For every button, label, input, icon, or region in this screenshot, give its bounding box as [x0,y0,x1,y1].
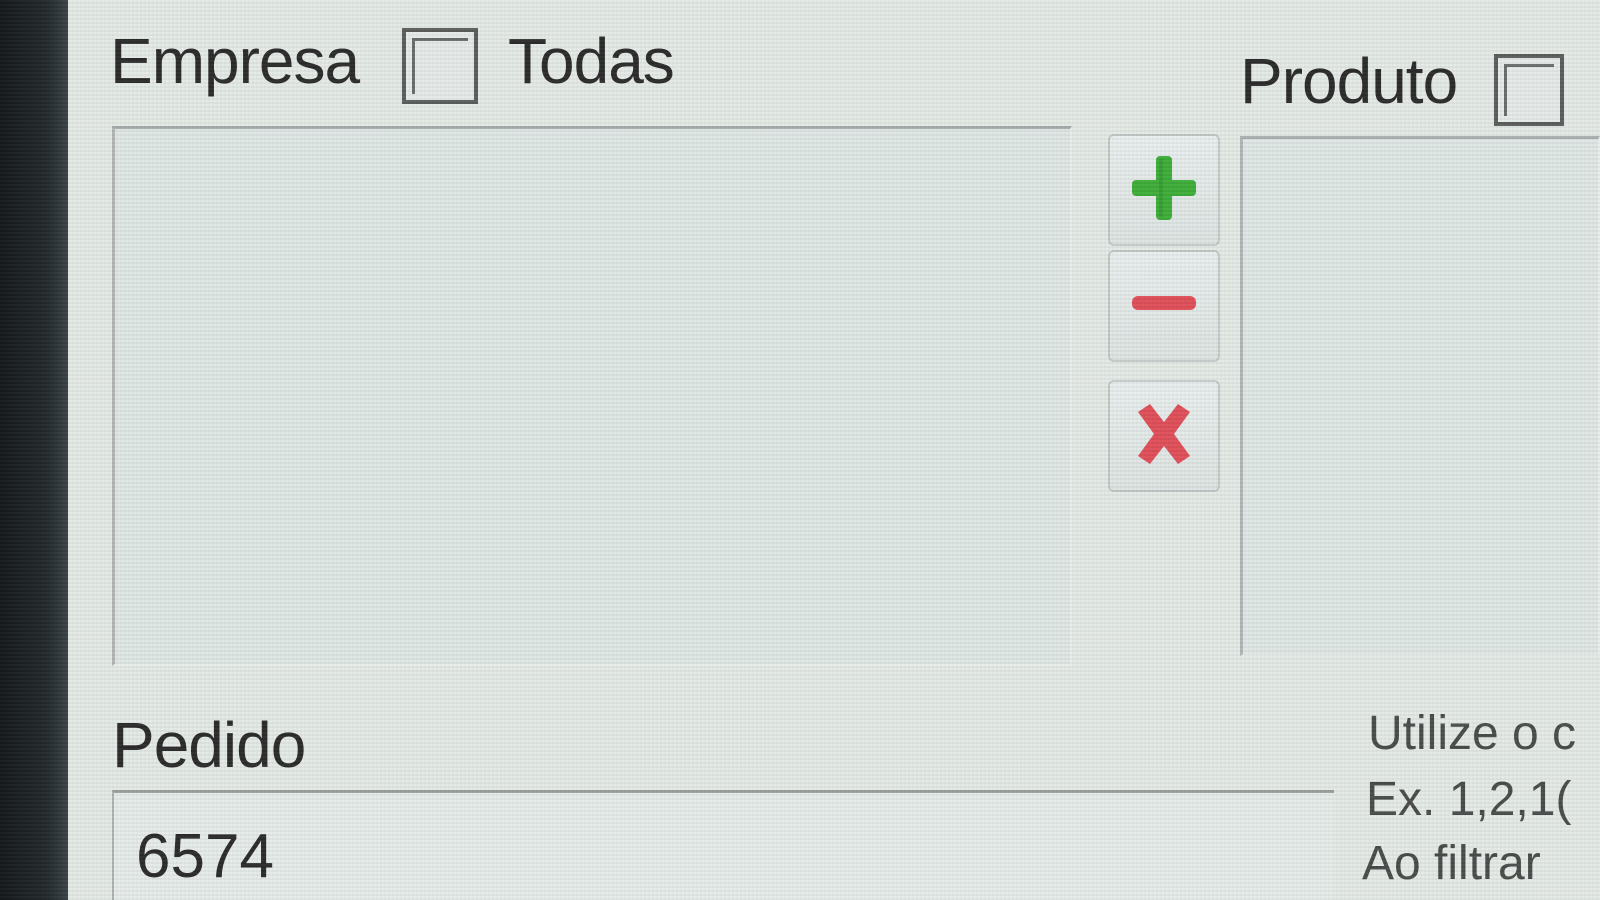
minus-icon [1128,268,1200,345]
empresa-listbox[interactable] [112,126,1072,666]
hint-line-1: Utilize o c [1368,707,1577,760]
add-button[interactable] [1108,134,1220,246]
remove-button[interactable] [1108,250,1220,362]
todas-label: Todas [508,25,675,97]
pedido-value: 6574 [136,822,274,891]
monitor-bezel [0,0,68,900]
plus-icon [1128,152,1200,229]
empresa-label: Empresa [110,25,360,97]
produto-label: Produto [1240,45,1458,117]
produto-listbox[interactable] [1240,136,1600,656]
todas-checkbox[interactable] [402,28,478,104]
pedido-label: Pedido [112,709,306,781]
produto-checkbox[interactable] [1494,54,1564,126]
hint-line-3: Ao filtrar [1362,837,1541,890]
clear-button[interactable] [1108,380,1220,492]
pedido-input[interactable]: 6574 [112,790,1334,900]
x-icon [1128,398,1200,475]
hint-line-2: Ex. 1,2,1( [1366,773,1572,826]
